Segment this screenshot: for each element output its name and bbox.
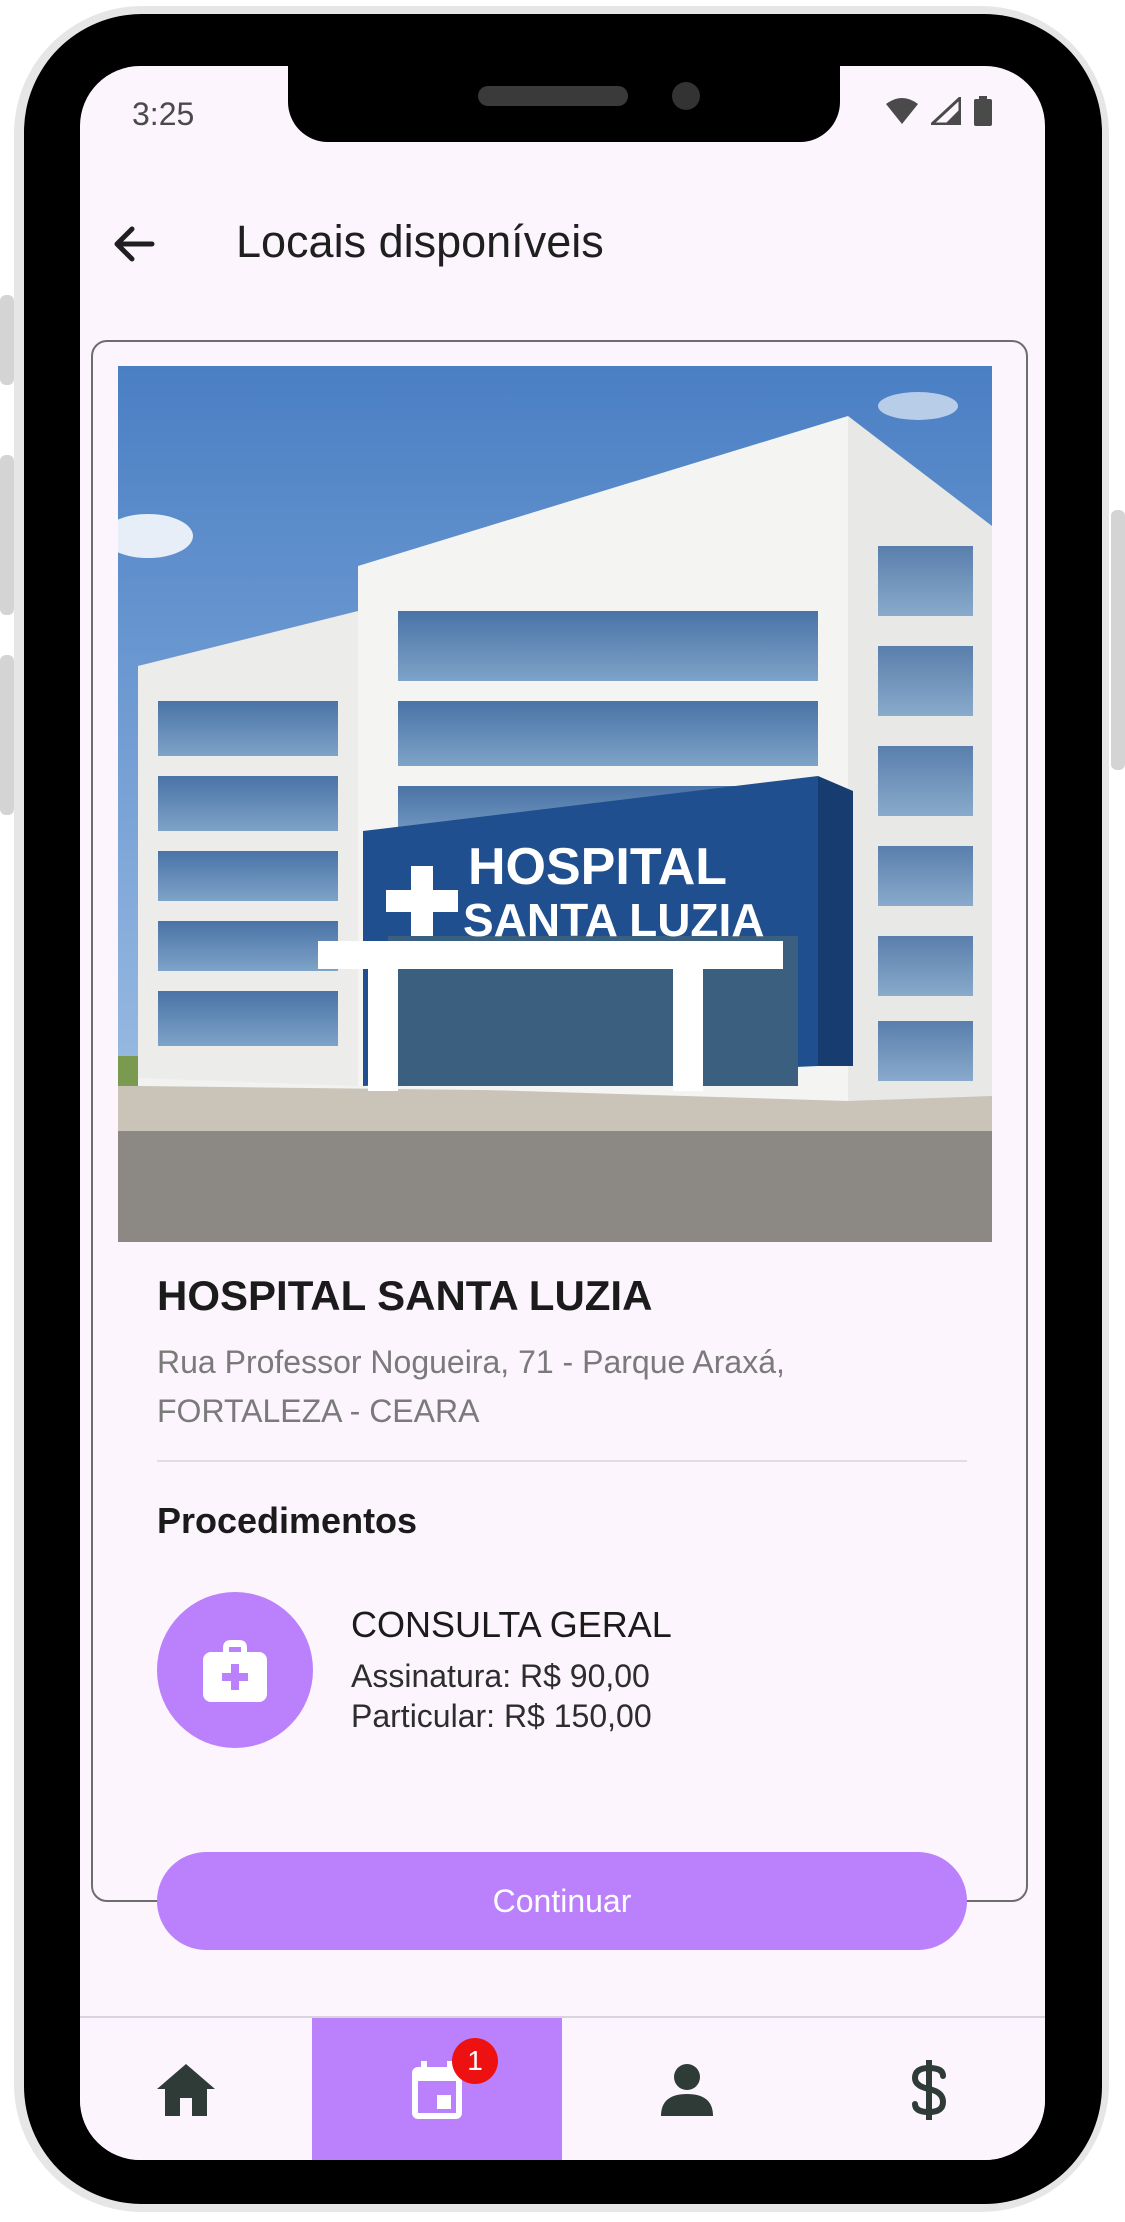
address-line-2: FORTALEZA - CEARA [157,1393,480,1429]
battery-icon [974,96,992,126]
bottom-nav: 1 [80,2016,1045,2160]
status-icons [885,96,993,126]
hospital-sign-line1: HOSPITAL [468,838,727,896]
procedure-name: CONSULTA GERAL [351,1604,672,1645]
medical-bag-icon [157,1592,313,1748]
side-button-left-2 [0,455,14,615]
continue-button[interactable]: Continuar [157,1852,967,1950]
nav-calendar[interactable]: 1 [312,2018,562,2160]
person-icon [661,2064,713,2116]
status-time: 3:25 [132,96,195,132]
phone-notch [288,66,840,142]
hospital-address: Rua Professor Nogueira, 71 - Parque Arax… [157,1338,937,1436]
nav-profile[interactable] [562,2018,812,2160]
notch-camera [672,82,700,110]
address-line-1: Rua Professor Nogueira, 71 - Parque Arax… [157,1344,785,1380]
notification-badge: 1 [452,2038,498,2084]
wifi-icon [886,98,918,124]
hospital-name: HOSPITAL SANTA LUZIA [157,1272,653,1319]
nav-home[interactable] [80,2018,292,2160]
hospital-sign-line2: SANTA LUZIA [463,894,765,946]
nav-finance[interactable] [812,2018,1045,2160]
cell-signal-icon [931,97,961,125]
hospital-card: HOSPITAL SANTA LUZIA HOSPITAL SANTA LUZI… [91,340,1028,1950]
page-title: Locais disponíveis [236,216,604,267]
divider [157,1460,967,1462]
side-button-left-1 [0,295,14,385]
side-button-left-3 [0,655,14,815]
back-arrow-icon[interactable] [108,216,164,272]
home-icon [157,2064,215,2116]
app-screen: 3:25 Locais disponíveis HOSPITAL SANTA L… [80,66,1045,2160]
notch-speaker [478,86,628,106]
procedure-price-subscription: Assinatura: R$ 90,00 [351,1658,650,1694]
dollar-icon [911,2060,946,2120]
procedure-price-private: Particular: R$ 150,00 [351,1698,652,1734]
procedures-title: Procedimentos [157,1500,418,1541]
side-button-right [1111,510,1125,770]
hospital-photo: HOSPITAL SANTA LUZIA [118,366,992,1242]
